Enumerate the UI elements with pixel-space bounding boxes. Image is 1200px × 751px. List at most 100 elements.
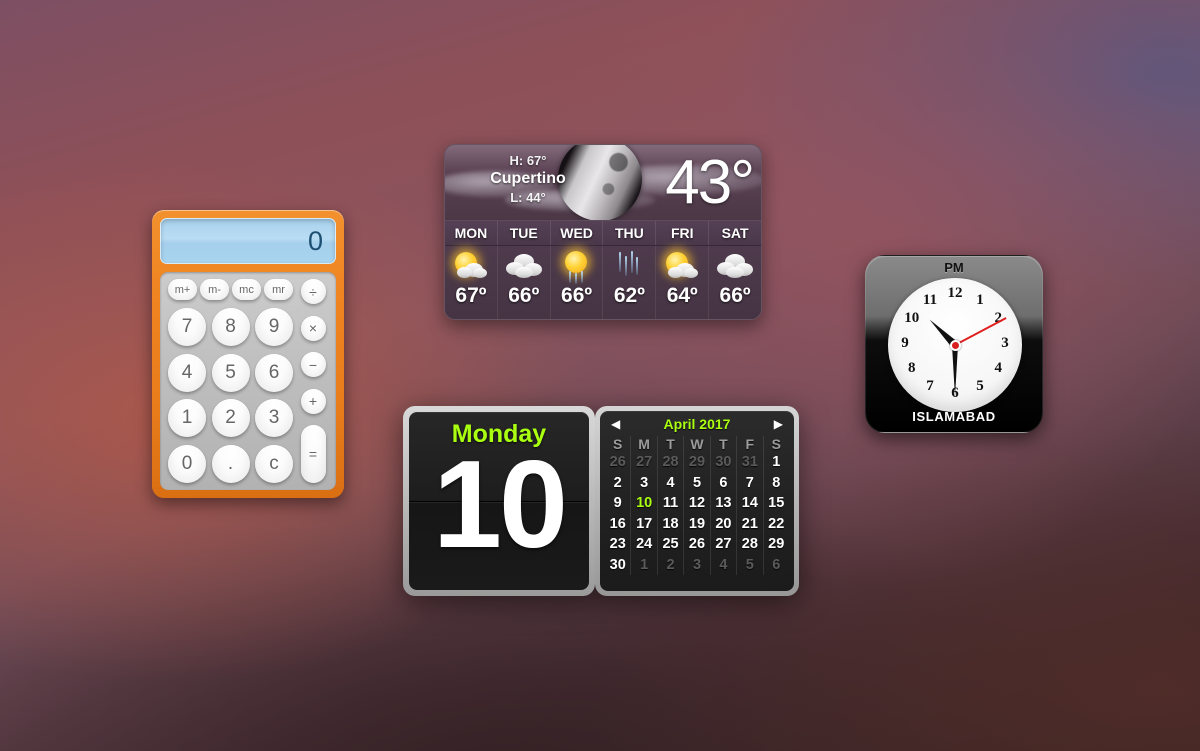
calendar-day-cell[interactable]: 4 <box>711 554 738 575</box>
rain-icon <box>607 249 651 285</box>
calendar-day-cell[interactable]: 1 <box>764 452 789 473</box>
calendar-flip-card: Monday 10 <box>409 412 589 590</box>
calculator-row-123: 1 2 3 <box>168 399 293 438</box>
calendar-day-cell[interactable]: 2 <box>605 472 632 493</box>
calculator-key-8[interactable]: 8 <box>211 307 250 346</box>
calendar-day-cell[interactable]: 27 <box>631 452 658 473</box>
calculator-key-mem-recall[interactable]: mr <box>264 279 293 300</box>
calendar-day-cell[interactable]: 29 <box>684 452 711 473</box>
dashboard-desktop: 0 m+ m- mc mr 7 8 9 4 5 6 1 2 3 0 . c ÷ … <box>0 0 1200 751</box>
calculator-key-4[interactable]: 4 <box>168 353 206 392</box>
calendar-day-cell[interactable]: 28 <box>658 452 685 473</box>
calculator-key-equals[interactable]: = <box>300 425 326 483</box>
calculator-display-value: 0 <box>307 225 323 256</box>
calendar-day-cell[interactable]: 4 <box>658 472 685 493</box>
calendar-day-cell[interactable]: 3 <box>684 554 711 575</box>
calendar-day-cell[interactable]: 29 <box>764 534 789 555</box>
weather-widget[interactable]: H: 67° Cupertino L: 44° 43° MON TUE WED … <box>444 144 762 320</box>
calendar-day-cell[interactable]: 15 <box>764 493 789 514</box>
weather-forecast-temp-thu: 62º <box>613 284 645 307</box>
calendar-dow-mon: M <box>631 436 658 452</box>
calculator-key-clear[interactable]: c <box>255 445 293 483</box>
calendar-day-cell-today[interactable]: 10 <box>631 493 658 514</box>
calendar-day-cell[interactable]: 22 <box>764 514 789 535</box>
calendar-day-cell[interactable]: 28 <box>737 534 764 555</box>
calendar-day-cell[interactable]: 5 <box>737 554 764 575</box>
calculator-key-9[interactable]: 9 <box>255 307 293 346</box>
calendar-day-cell[interactable]: 5 <box>684 472 711 493</box>
calendar-day-cell[interactable]: 31 <box>737 452 764 473</box>
calculator-key-3[interactable]: 3 <box>255 399 293 438</box>
calendar-day-cell[interactable]: 11 <box>658 493 685 514</box>
calculator-key-7[interactable]: 7 <box>168 307 206 346</box>
calendar-day-cell[interactable]: 30 <box>711 452 738 473</box>
partly-sunny-icon <box>449 249 493 285</box>
calendar-month-label: April 2017 <box>663 416 731 432</box>
calculator-key-mem-minus[interactable]: m- <box>200 279 229 300</box>
weather-current-temp: 43° <box>665 148 755 217</box>
calculator-key-subtract[interactable]: − <box>300 352 326 377</box>
calendar-day-cell[interactable]: 23 <box>605 534 632 555</box>
calculator-key-add[interactable]: + <box>300 388 326 414</box>
calendar-day-cell[interactable]: 14 <box>737 493 764 514</box>
calendar-day-cell[interactable]: 8 <box>764 473 789 494</box>
calendar-week-row: 30 1 2 3 4 5 6 <box>605 554 789 576</box>
calendar-day-cell[interactable]: 3 <box>631 472 658 493</box>
weather-day-label-wed: WED <box>551 221 604 245</box>
calculator-key-5[interactable]: 5 <box>211 353 250 392</box>
calculator-display: 0 <box>160 218 336 264</box>
clock-numeral-10: 10 <box>904 310 920 326</box>
calendar-day-cell[interactable]: 16 <box>605 513 632 534</box>
calendar-day-cell[interactable]: 6 <box>764 555 789 576</box>
calendar-day-cell[interactable]: 2 <box>658 554 685 575</box>
calculator-key-mem-plus[interactable]: m+ <box>168 279 197 300</box>
calendar-day-cell[interactable]: 13 <box>711 493 738 514</box>
calendar-day-cell[interactable]: 18 <box>658 513 685 534</box>
calendar-day-cell[interactable]: 26 <box>605 452 632 473</box>
calculator-key-divide[interactable]: ÷ <box>300 279 326 304</box>
calendar-month-grid: ◀ April 2017 ▶ S M T W T F S 26 27 28 29 30 3… <box>600 411 794 591</box>
calculator-key-multiply[interactable]: × <box>300 315 326 341</box>
calendar-day-cell[interactable]: 24 <box>631 534 658 555</box>
calculator-widget[interactable]: 0 m+ m- mc mr 7 8 9 4 5 6 1 2 3 0 . c ÷ … <box>152 210 344 498</box>
calculator-key-0[interactable]: 0 <box>168 445 206 483</box>
calculator-operator-column: ÷ × − + = <box>298 279 328 483</box>
clock-numeral-7: 7 <box>926 378 934 395</box>
weather-day-label-fri: FRI <box>656 221 710 245</box>
calendar-day-cell[interactable]: 12 <box>684 493 711 514</box>
calendar-widget[interactable]: Monday 10 ◀ April 2017 ▶ S M T W T F S 2… <box>403 406 799 596</box>
weather-current-panel: H: 67° Cupertino L: 44° 43° <box>445 145 761 220</box>
weather-forecast-cell-mon: 67º <box>445 246 498 319</box>
weather-day-label-sat: SAT <box>721 225 749 241</box>
calendar-day-cell[interactable]: 17 <box>631 513 658 534</box>
calendar-day-cell[interactable]: 26 <box>684 534 711 555</box>
calendar-dow-thu: T <box>711 436 738 452</box>
calendar-day-cell[interactable]: 19 <box>684 513 711 534</box>
calendar-day-cell[interactable]: 7 <box>737 472 764 493</box>
calendar-day-cell[interactable]: 9 <box>605 493 632 514</box>
weather-city-name: Cupertino <box>490 170 566 187</box>
calendar-day-cell[interactable]: 30 <box>605 554 632 575</box>
calendar-dow-tue: T <box>658 436 685 452</box>
calculator-key-6[interactable]: 6 <box>255 353 293 392</box>
calendar-day-cell[interactable]: 27 <box>711 534 738 555</box>
calendar-prev-month-button[interactable]: ◀ <box>611 418 620 430</box>
calendar-day-cell[interactable]: 21 <box>737 513 764 534</box>
calendar-day-cell[interactable]: 25 <box>658 534 685 555</box>
weather-forecast-temp-mon: 67º <box>455 284 487 307</box>
clock-numeral-12: 12 <box>947 285 963 301</box>
weather-forecast-cell-sat: 66º <box>709 246 761 319</box>
world-clock-widget[interactable]: PM 12 1 2 3 4 5 6 7 8 9 10 11 ISLAMABAD <box>865 255 1043 433</box>
calculator-key-mem-clear[interactable]: mc <box>232 279 261 300</box>
clock-minute-hand <box>951 345 958 397</box>
calculator-key-1[interactable]: 1 <box>168 399 206 438</box>
calculator-key-decimal[interactable]: . <box>211 445 250 483</box>
weather-forecast-temp-wed: 66º <box>561 284 593 307</box>
calendar-next-month-button[interactable]: ▶ <box>774 418 783 430</box>
calendar-day-cell[interactable]: 6 <box>711 472 738 493</box>
calendar-day-cell[interactable]: 1 <box>631 554 658 575</box>
calendar-dow-sun: S <box>605 436 632 452</box>
calendar-day-cell[interactable]: 20 <box>711 513 738 534</box>
calculator-key-2[interactable]: 2 <box>211 399 250 438</box>
cloudy-icon <box>713 249 757 285</box>
